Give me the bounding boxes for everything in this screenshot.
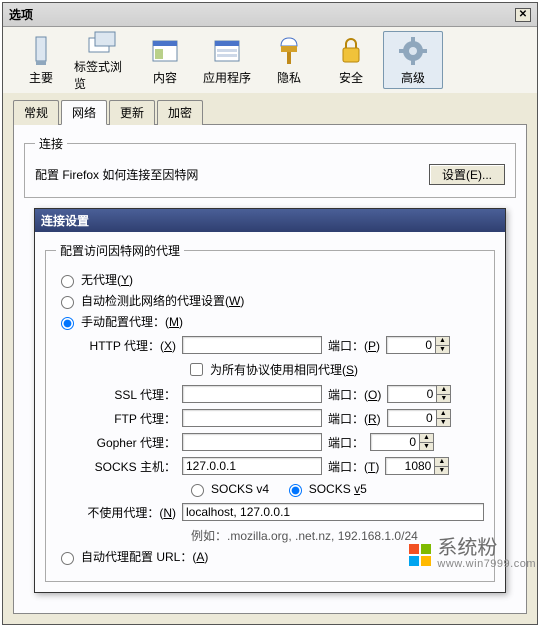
tab-network[interactable]: 网络: [61, 100, 107, 125]
toolbar-label: 隐私: [277, 69, 301, 86]
ftp-proxy-label: FTP 代理：: [56, 410, 176, 427]
toolbar-main[interactable]: 主要: [11, 31, 71, 89]
spin-down-icon[interactable]: ▼: [420, 443, 433, 451]
gopher-port-label: 端口：: [328, 434, 364, 451]
toolbar-tabs[interactable]: 标签式浏览: [73, 31, 133, 89]
gear-icon: [397, 35, 429, 67]
ssl-proxy-label: SSL 代理：: [56, 386, 176, 403]
spin-up-icon[interactable]: ▲: [435, 458, 448, 467]
tab-encryption[interactable]: 加密: [157, 100, 203, 125]
gopher-proxy-input[interactable]: [182, 433, 322, 451]
tab-general[interactable]: 常规: [13, 100, 59, 125]
ssl-proxy-input[interactable]: [182, 385, 322, 403]
spin-up-icon[interactable]: ▲: [420, 434, 433, 443]
radio-manual[interactable]: [61, 317, 74, 330]
ftp-port-input[interactable]: [387, 409, 437, 427]
spin-up-icon[interactable]: ▲: [437, 386, 450, 395]
settings-button[interactable]: 设置(E)...: [429, 164, 505, 185]
spin-up-icon[interactable]: ▲: [437, 410, 450, 419]
radio-socks-v4[interactable]: [191, 484, 204, 497]
close-icon[interactable]: ✕: [515, 8, 531, 22]
radio-auto-url[interactable]: [61, 552, 74, 565]
tabs-icon: [87, 28, 119, 56]
watermark-text: 系统粉: [437, 538, 536, 559]
toolbar: 主要 标签式浏览 内容 应用程序 隐私: [3, 27, 537, 93]
connection-settings-dialog: 连接设置 配置访问因特网的代理 无代理(Y) 自动检测此网络的代理设置(W) 手…: [34, 208, 506, 593]
gopher-proxy-label: Gopher 代理：: [56, 434, 176, 451]
gopher-port-spinner[interactable]: ▲▼: [370, 433, 434, 451]
apps-icon: [211, 35, 243, 67]
toolbar-apps[interactable]: 应用程序: [197, 31, 257, 89]
http-port-label: 端口：(P): [328, 337, 380, 354]
toolbar-privacy[interactable]: 隐私: [259, 31, 319, 89]
watermark: 系统粉 www.win7999.com: [409, 538, 536, 571]
spin-down-icon[interactable]: ▼: [437, 395, 450, 403]
dialog-title: 连接设置: [35, 209, 505, 232]
radio-auto-detect-label: 自动检测此网络的代理设置(W): [81, 292, 244, 309]
spin-down-icon[interactable]: ▼: [435, 467, 448, 475]
toolbar-content[interactable]: 内容: [135, 31, 195, 89]
ftp-proxy-input[interactable]: [182, 409, 322, 427]
main-icon: [25, 35, 57, 67]
toolbar-label: 安全: [339, 69, 363, 86]
toolbar-label: 应用程序: [203, 69, 251, 86]
socks-port-input[interactable]: [385, 457, 435, 475]
http-port-input[interactable]: [386, 336, 436, 354]
ssl-port-label: 端口：(O): [328, 386, 381, 403]
socks-port-label: 端口：(T): [328, 458, 379, 475]
watermark-url: www.win7999.com: [437, 559, 536, 571]
http-port-spinner[interactable]: ▲▼: [386, 336, 450, 354]
radio-socks-v5[interactable]: [289, 484, 302, 497]
socks-v5-label: SOCKS v5: [309, 482, 367, 496]
gopher-port-input[interactable]: [370, 433, 420, 451]
no-proxy-label: 不使用代理：(N): [56, 504, 176, 521]
radio-no-proxy-label: 无代理(Y): [81, 271, 133, 288]
window-title: 选项: [9, 6, 33, 23]
toolbar-label: 内容: [153, 69, 177, 86]
content-icon: [149, 35, 181, 67]
http-proxy-input[interactable]: [182, 336, 322, 354]
spin-up-icon[interactable]: ▲: [436, 337, 449, 346]
connection-desc: 配置 Firefox 如何连接至因特网: [35, 166, 198, 183]
http-proxy-label: HTTP 代理：(X): [56, 337, 176, 354]
privacy-icon: [273, 35, 305, 67]
options-window: 选项 ✕ 主要 标签式浏览 内容 应用程序: [2, 2, 538, 625]
radio-auto-url-label: 自动代理配置 URL：(A): [81, 548, 208, 565]
windows-logo-icon: [409, 544, 431, 566]
toolbar-advanced[interactable]: 高级: [383, 31, 443, 89]
spin-down-icon[interactable]: ▼: [436, 346, 449, 354]
ftp-port-label: 端口：(R): [328, 410, 381, 427]
toolbar-label: 标签式浏览: [74, 58, 132, 92]
ftp-port-spinner[interactable]: ▲▼: [387, 409, 451, 427]
proxy-fieldset: 配置访问因特网的代理 无代理(Y) 自动检测此网络的代理设置(W) 手动配置代理…: [45, 242, 495, 582]
no-proxy-input[interactable]: [182, 503, 484, 521]
same-proxy-checkbox[interactable]: [190, 363, 203, 376]
proxy-legend: 配置访问因特网的代理: [56, 242, 184, 259]
socks-port-spinner[interactable]: ▲▼: [385, 457, 449, 475]
spin-down-icon[interactable]: ▼: [437, 419, 450, 427]
lock-icon: [335, 35, 367, 67]
socks-host-label: SOCKS 主机：: [56, 458, 176, 475]
socks-v4-label: SOCKS v4: [211, 482, 269, 496]
titlebar: 选项 ✕: [3, 3, 537, 27]
connection-fieldset: 连接 配置 Firefox 如何连接至因特网 设置(E)...: [24, 135, 516, 198]
tab-strip: 常规 网络 更新 加密: [3, 100, 537, 125]
ssl-port-input[interactable]: [387, 385, 437, 403]
same-proxy-label: 为所有协议使用相同代理(S): [210, 361, 358, 378]
toolbar-label: 主要: [29, 69, 53, 86]
radio-no-proxy[interactable]: [61, 275, 74, 288]
connection-legend: 连接: [35, 135, 67, 152]
socks-host-input[interactable]: [182, 457, 322, 475]
toolbar-security[interactable]: 安全: [321, 31, 381, 89]
toolbar-label: 高级: [401, 69, 425, 86]
ssl-port-spinner[interactable]: ▲▼: [387, 385, 451, 403]
radio-auto-detect[interactable]: [61, 296, 74, 309]
tab-update[interactable]: 更新: [109, 100, 155, 125]
radio-manual-label: 手动配置代理：(M): [81, 313, 183, 330]
